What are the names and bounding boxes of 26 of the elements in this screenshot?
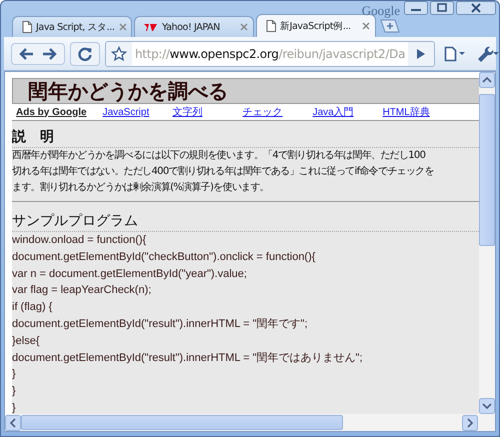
ad-link[interactable]: JavaScript [102,106,173,118]
ad-link[interactable]: 文字列 [172,105,243,119]
code-line: document.getElementById("checkButton").onclick = function(){ [12,250,316,265]
ad-link[interactable]: チェック [242,105,313,119]
browser-tab[interactable]: Java Script, スタ... [12,16,132,37]
page-heading: 閏年かどうかを調べる [28,78,228,104]
section-heading: サンプルプログラム [12,208,479,232]
browser-tab[interactable]: Yahoo! JAPAN [134,16,254,37]
code-line: var flag = leapYearCheck(n); [12,283,152,298]
code-line: } [12,367,17,382]
code-line: document.getElementById("result").innerHTML = "閏年ではありません"; [12,350,364,366]
ad-link[interactable]: Java入門 [312,105,383,119]
code-line: document.getElementById("result").innerHTML = "閏年です"; [12,316,309,332]
section-heading: 説 明 [12,124,479,148]
code-line: } [12,400,17,414]
code-line: } [12,384,17,400]
code-line: var n = document.getElementById("year").value; [12,266,248,282]
code-line: }else{ [12,334,41,349]
code-line: window.onload = function(){ [12,233,148,248]
browser-tab[interactable]: 新JavaScript例... [256,14,376,37]
code-line: if (flag) { [12,300,54,316]
ads-label-link[interactable]: Ads by Google [16,106,87,118]
text-line: 切れる年は閏年ではない。ただし400で割り切れる年は閏年である」これに従ってif命令でチェックを [12,164,435,179]
text-line: 西暦年が閏年かどうかを調べるには以下の規則を使います。「4で割り切れる年は閏年、ただし100 [12,148,426,163]
ad-link[interactable]: HTML辞典 [382,105,453,119]
text-line: ます。割り切れるかどうかは剰余演算(%演算子)を使います。 [12,180,270,195]
